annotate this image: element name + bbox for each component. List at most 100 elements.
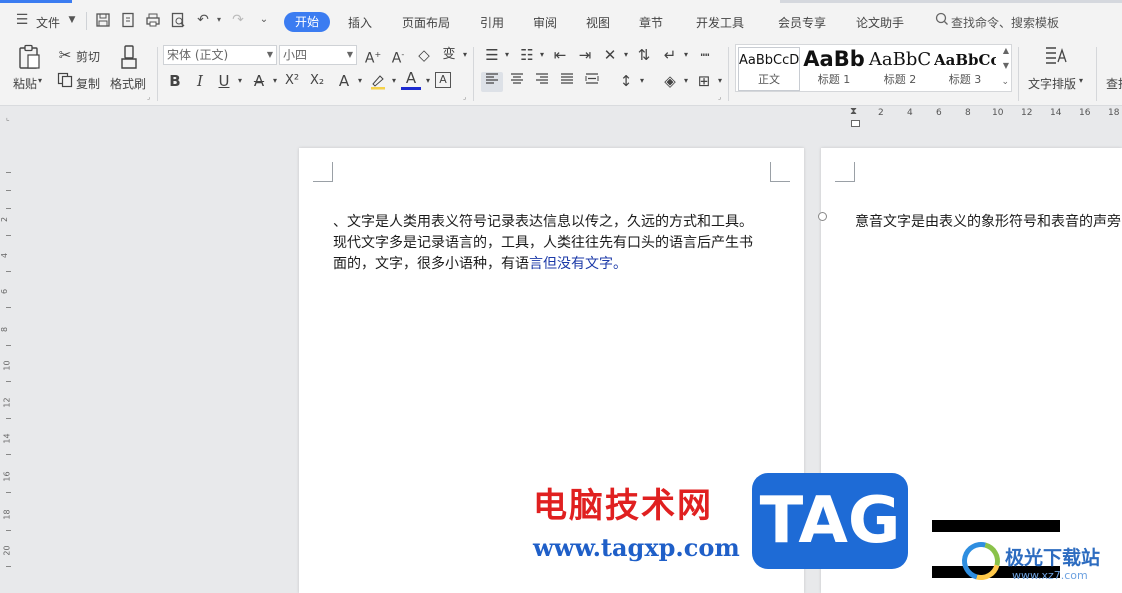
tab-page-layout[interactable]: 页面布局	[402, 14, 450, 31]
text-line: 现代文字多是记录语言的，工具，人类往往先有口头的语言后产生书	[333, 235, 753, 251]
find-replace-button[interactable]: 查找	[1106, 75, 1122, 92]
hamburger-menu-icon[interactable]: ☰	[14, 12, 30, 28]
paragraph-launcher-icon[interactable]: ⌟	[718, 93, 721, 101]
bold-icon[interactable]: B	[165, 72, 185, 90]
chevron-down-icon[interactable]: ▾	[532, 46, 552, 64]
clipboard-launcher-icon[interactable]: ⌟	[147, 93, 150, 101]
customize-toolbar-icon[interactable]: ⌄	[256, 12, 272, 28]
body-paragraph[interactable]: 、文字是人类用表义符号记录表达信息以传之，久远的方式和工具。 现代文字多是记录语…	[333, 212, 783, 275]
sort-icon[interactable]: ⇅	[634, 46, 654, 64]
copy-button[interactable]: 复制	[76, 75, 100, 92]
separator	[1096, 47, 1097, 101]
paste-dropdown-icon[interactable]: ▾	[38, 76, 42, 85]
chevron-down-icon[interactable]: ▾	[230, 72, 250, 90]
file-menu[interactable]: 文件	[36, 14, 60, 31]
chevron-down-icon[interactable]: ▾	[497, 46, 517, 64]
style-heading-3[interactable]: AaBbCcI 标题 3	[934, 47, 996, 91]
character-border-icon[interactable]: A	[435, 72, 451, 88]
copy-icon[interactable]	[55, 72, 75, 92]
watermark-jiguang-url: www.xz7.com	[1012, 569, 1088, 582]
chevron-down-icon[interactable]: ▾	[616, 46, 636, 64]
chevron-down-icon[interactable]: ▼	[64, 12, 80, 28]
command-search-input[interactable]: 查找命令、搜索模板	[951, 14, 1059, 31]
subscript-icon[interactable]: X₂	[307, 72, 327, 90]
body-paragraph[interactable]: 意音文字是由表义的象形符号和表音的声旁	[855, 212, 1122, 233]
italic-icon[interactable]: I	[190, 72, 210, 90]
style-heading-1[interactable]: AaBb 标题 1	[802, 47, 866, 91]
chevron-down-icon[interactable]: ▾	[676, 72, 696, 90]
decrease-indent-icon[interactable]: ⇤	[550, 46, 570, 64]
export-pdf-icon[interactable]	[120, 12, 136, 28]
ruler-tick-label: 12	[2, 397, 12, 408]
tab-insert[interactable]: 插入	[348, 14, 372, 31]
ruler-corner: ⌞	[6, 113, 10, 122]
font-size-value: 小四	[283, 48, 308, 62]
chevron-down-icon[interactable]: ▾	[676, 46, 696, 64]
undo-dropdown-icon[interactable]: ▾	[211, 12, 227, 28]
ruler-tick-label: 2	[0, 216, 10, 223]
text-layout-icon[interactable]	[1044, 44, 1068, 72]
justify-icon[interactable]	[557, 72, 577, 90]
font-size-select[interactable]: 小四 ▼	[279, 45, 357, 65]
cut-icon[interactable]: ✂	[55, 46, 75, 64]
superscript-icon[interactable]: X²	[282, 72, 302, 90]
font-name-value: 宋体 (正文)	[167, 48, 229, 62]
ruler-tick-label: 6	[0, 288, 10, 295]
clear-format-icon[interactable]: ◇	[414, 46, 434, 64]
tab-view[interactable]: 视图	[586, 14, 610, 31]
font-launcher-icon[interactable]: ⌟	[463, 93, 466, 101]
text-layout-button[interactable]: 文字排版	[1028, 75, 1076, 92]
ruler-tick-label: 14	[1050, 108, 1062, 118]
shrink-font-icon[interactable]: A-	[388, 46, 408, 68]
style-name: 标题 2	[883, 73, 917, 86]
paste-icon[interactable]	[17, 44, 41, 77]
text-line: 面的，文字，很多小语种，有语言但没有文字。	[333, 254, 783, 275]
grow-font-icon[interactable]: A+	[363, 46, 383, 68]
watermark-site-name: 电脑技术网	[533, 486, 713, 526]
font-name-select[interactable]: 宋体 (正文) ▼	[163, 45, 277, 65]
print-preview-icon[interactable]	[170, 12, 186, 28]
align-right-icon[interactable]	[532, 72, 552, 90]
chevron-down-icon[interactable]: ▾	[632, 72, 652, 90]
chevron-down-icon[interactable]: ▾	[1079, 76, 1083, 85]
align-left-icon[interactable]	[482, 72, 502, 90]
indent-marker-icon[interactable]: ⧗	[850, 106, 857, 117]
redo-icon[interactable]: ↷	[230, 12, 246, 28]
margin-corner-mark	[835, 162, 855, 182]
distributed-align-icon[interactable]	[582, 72, 602, 90]
cut-button[interactable]: 剪切	[76, 48, 100, 65]
tab-review[interactable]: 审阅	[533, 14, 557, 31]
paste-button[interactable]: 粘贴	[13, 75, 37, 92]
chevron-down-icon[interactable]: ▾	[710, 72, 730, 90]
paragraph-handle-icon[interactable]	[818, 212, 827, 221]
gallery-expand-icon[interactable]: ⌄	[1001, 77, 1009, 87]
align-center-icon[interactable]	[507, 72, 527, 90]
styles-gallery: AaBbCcD 正文 AaBb 标题 1 AaBbC 标题 2 AaBbCcI …	[735, 44, 1012, 92]
tab-home[interactable]: 开始	[284, 12, 330, 32]
ruler-tick	[6, 235, 11, 236]
increase-indent-icon[interactable]: ⇥	[575, 46, 595, 64]
tab-thesis-assistant[interactable]: 论文助手	[856, 14, 904, 31]
tab-references[interactable]: 引用	[480, 14, 504, 31]
separator	[157, 47, 158, 101]
search-icon[interactable]	[934, 12, 950, 28]
save-icon[interactable]	[95, 12, 111, 28]
print-icon[interactable]	[145, 12, 161, 28]
tab-marks-icon[interactable]: ┉	[695, 46, 715, 64]
tab-developer[interactable]: 开发工具	[696, 14, 744, 31]
left-indent-marker[interactable]	[851, 120, 860, 127]
tab-member[interactable]: 会员专享	[778, 14, 826, 31]
format-painter-icon[interactable]	[118, 44, 140, 74]
ruler-tick	[6, 307, 11, 308]
tab-chapter[interactable]: 章节	[639, 14, 663, 31]
undo-icon[interactable]: ↶	[195, 12, 211, 28]
style-heading-2[interactable]: AaBbC 标题 2	[868, 47, 932, 91]
gallery-scroll-down-icon[interactable]: ▼	[1003, 61, 1009, 70]
gallery-scroll-up-icon[interactable]: ▲	[1003, 46, 1009, 55]
ruler-tick	[6, 530, 11, 531]
format-painter-button[interactable]: 格式刷	[110, 75, 146, 92]
chevron-down-icon[interactable]: ▾	[350, 72, 370, 90]
separator	[728, 47, 729, 101]
chevron-down-icon[interactable]: ▾	[455, 46, 475, 64]
style-normal[interactable]: AaBbCcD 正文	[738, 47, 800, 91]
